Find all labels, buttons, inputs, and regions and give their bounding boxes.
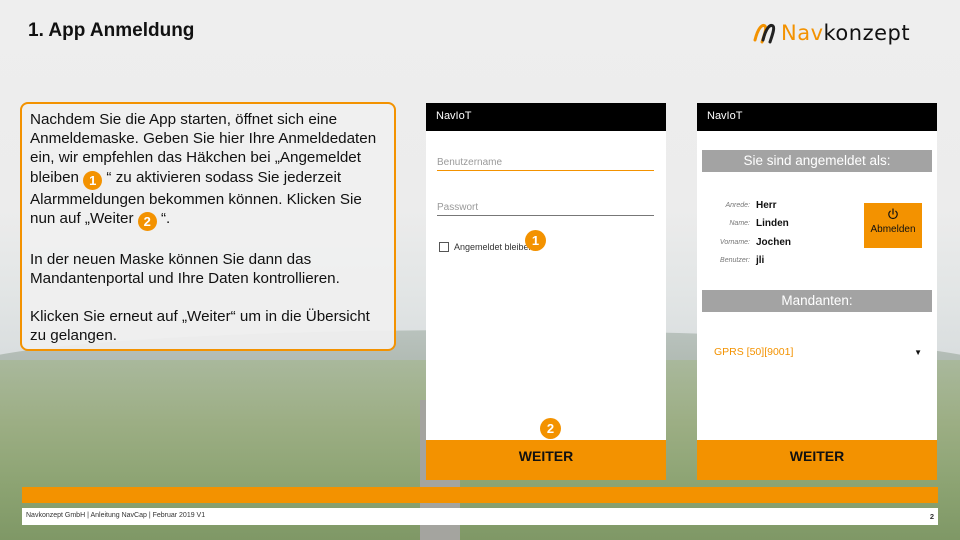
remember-me-checkbox[interactable]	[439, 242, 449, 252]
mandant-selected-value: GPRS [50][9001]	[714, 346, 794, 358]
user-info-value: Linden	[756, 218, 789, 230]
instructions-text: “.	[156, 209, 171, 227]
instructions-paragraph-3: Klicken Sie erneut auf „Weiter“ um in di…	[30, 308, 370, 345]
instructions-box: Nachdem Sie die App starten, öffnet sich…	[20, 102, 396, 351]
logo-text-konzept: konzept	[823, 21, 911, 45]
weiter-button[interactable]: WEITER	[697, 440, 937, 480]
logo-text-nav: Nav	[781, 21, 824, 45]
username-field[interactable]: Benutzername	[437, 157, 654, 171]
remember-me-label: Angemeldet bleiben	[454, 242, 534, 252]
user-info-row: Anrede: Herr	[697, 196, 857, 215]
user-info-label: Name:	[729, 220, 750, 228]
mandanten-header: Mandanten:	[702, 290, 932, 312]
logout-button[interactable]: Abmelden	[864, 203, 922, 248]
password-field[interactable]: Passwort	[437, 202, 654, 216]
step-badge-2: 2	[137, 211, 157, 231]
instructions-paragraph-2: In der neuen Maske können Sie dann das M…	[30, 250, 340, 288]
app-title-bar: NavIoT	[426, 103, 666, 131]
footer: Navkonzept GmbH | Anleitung NavCap | Feb…	[22, 508, 938, 525]
instructions-paragraph-1: Nachdem Sie die App starten, öffnet sich…	[30, 110, 386, 231]
user-info-row: Vorname: Jochen	[697, 233, 857, 252]
footer-text: Navkonzept GmbH | Anleitung NavCap | Feb…	[26, 512, 206, 519]
weiter-button[interactable]: WEITER	[426, 440, 666, 480]
logged-in-header: Sie sind angemeldet als:	[702, 150, 932, 172]
footer-accent-bar	[22, 487, 938, 503]
logout-label: Abmelden	[870, 224, 916, 235]
navkonzept-logo: Navkonzept	[752, 19, 910, 47]
step-badge-2: 2	[540, 418, 561, 439]
user-info-value: Herr	[756, 199, 777, 211]
user-info-value: Jochen	[756, 236, 792, 248]
user-info-row: Name: Linden	[697, 215, 857, 234]
mandant-select[interactable]: GPRS [50][9001] ▼	[714, 346, 922, 358]
user-info: Anrede: Herr Name: Linden Vorname: Joche…	[697, 196, 857, 270]
step-badge-1: 1	[525, 230, 546, 251]
power-icon	[888, 208, 898, 220]
slide-title: 1. App Anmeldung	[28, 20, 195, 41]
user-info-value: jli	[756, 255, 765, 267]
user-info-row: Benutzer: jli	[697, 252, 857, 271]
page-number: 2	[929, 512, 934, 521]
user-info-label: Benutzer:	[720, 257, 750, 265]
app-title-bar: NavIoT	[697, 103, 937, 131]
login-screen: NavIoT Benutzername Passwort Angemeldet …	[426, 103, 666, 480]
account-screen: NavIoT Sie sind angemeldet als: Anrede: …	[697, 103, 937, 480]
user-info-label: Anrede:	[725, 201, 750, 209]
user-info-label: Vorname:	[719, 238, 750, 246]
dropdown-caret-icon: ▼	[914, 348, 922, 357]
logo-mark-icon	[753, 24, 776, 44]
step-badge-1: 1	[83, 170, 103, 190]
remember-me-row[interactable]: Angemeldet bleiben	[439, 242, 534, 252]
